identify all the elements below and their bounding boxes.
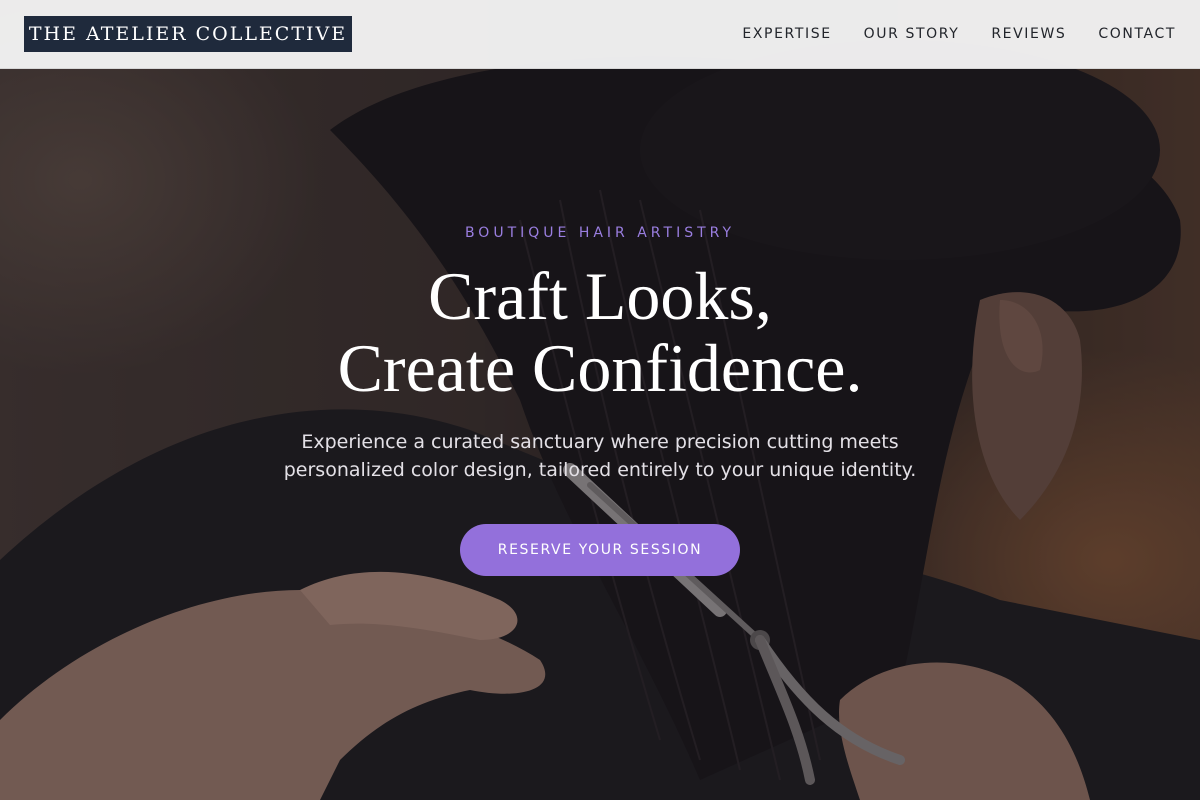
hero-headline-line-2: Create Confidence.: [337, 330, 863, 406]
hero-eyebrow: BOUTIQUE HAIR ARTISTRY: [464, 225, 736, 241]
hero-description: Experience a curated sanctuary where pre…: [283, 431, 917, 481]
hero-headline-line-1: Craft Looks,: [428, 258, 772, 334]
reserve-session-button[interactable]: RESERVE YOUR SESSION: [460, 524, 740, 576]
hero-section: BOUTIQUE HAIR ARTISTRY Craft Looks, Crea…: [0, 0, 1200, 800]
hero-headline: Craft Looks, Create Confidence.: [0, 260, 1200, 404]
